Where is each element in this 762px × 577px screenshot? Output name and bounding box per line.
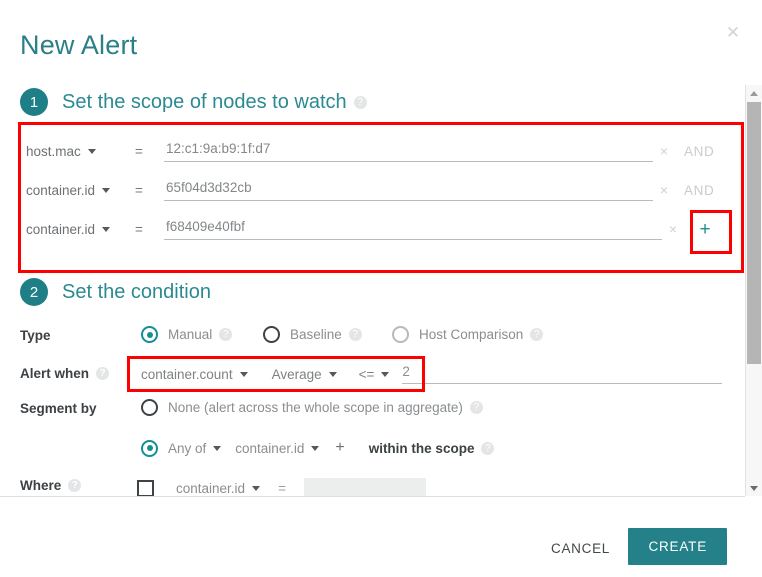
- scope-row: host.mac = × AND: [26, 136, 726, 166]
- step-2-title: Set the condition: [62, 280, 211, 303]
- threshold-input[interactable]: [402, 364, 723, 384]
- segment-scope-help-icon[interactable]: ?: [481, 441, 495, 455]
- segment-field-label: container.id: [235, 440, 305, 456]
- type-option-baseline[interactable]: Baseline ?: [263, 326, 362, 343]
- step-1-help-icon[interactable]: ?: [353, 95, 367, 109]
- add-scope-row-button[interactable]: +: [684, 220, 726, 239]
- scope-field-label-1: container.id: [26, 182, 96, 198]
- segment-scope-text: within the scope: [368, 440, 475, 456]
- step-2-header: 2 Set the condition: [20, 278, 211, 306]
- add-segment-button[interactable]: +: [335, 439, 344, 457]
- type-option-host-comparison[interactable]: Host Comparison ?: [392, 326, 544, 343]
- chevron-down-icon: [102, 226, 111, 232]
- cancel-button[interactable]: CANCEL: [541, 535, 620, 562]
- scope-row: container.id = × +: [26, 214, 726, 244]
- radio-manual[interactable]: [141, 326, 158, 343]
- radio-segment-none[interactable]: [141, 399, 158, 416]
- close-icon[interactable]: ✕: [724, 24, 742, 42]
- scope-conjunction-0: AND: [684, 143, 715, 159]
- type-label: Type: [20, 328, 51, 343]
- scope-field-select-0[interactable]: host.mac: [26, 144, 122, 159]
- step-2-badge: 2: [20, 278, 48, 306]
- triangle-up-icon: [750, 90, 758, 96]
- chevron-down-icon[interactable]: [252, 485, 261, 491]
- scope-value-input-1[interactable]: [164, 179, 653, 201]
- scroll-down-arrow-icon[interactable]: [746, 480, 762, 496]
- segment-option-none[interactable]: None (alert across the whole scope in ag…: [141, 399, 483, 416]
- scope-remove-icon-1[interactable]: ×: [653, 182, 675, 198]
- dialog-scroll-area: New Alert 1 Set the scope of nodes to wa…: [0, 0, 745, 496]
- page-title: New Alert: [20, 30, 138, 60]
- scope-field-label-0: host.mac: [26, 143, 81, 159]
- type-option-baseline-label: Baseline: [290, 327, 342, 342]
- where-field-label: container.id: [176, 480, 246, 496]
- step-1-header: 1 Set the scope of nodes to watch ?: [20, 88, 367, 116]
- scope-field-select-1[interactable]: container.id: [26, 183, 122, 198]
- radio-baseline[interactable]: [263, 326, 280, 343]
- type-manual-help-icon[interactable]: ?: [219, 328, 233, 341]
- comparator-label: <=: [358, 366, 375, 382]
- where-checkbox[interactable]: [137, 479, 154, 496]
- segment-by-label-text: Segment by: [20, 401, 97, 416]
- segment-by-label: Segment by: [20, 401, 97, 416]
- scope-field-select-2[interactable]: container.id: [26, 222, 122, 237]
- chevron-down-icon[interactable]: [311, 445, 320, 451]
- type-option-manual-label: Manual: [168, 327, 213, 342]
- chevron-down-icon: [239, 371, 248, 377]
- segment-option-any-of[interactable]: Any of container.id + within the scope ?: [141, 439, 495, 457]
- segment-none-help-icon[interactable]: ?: [469, 401, 483, 414]
- segment-none-label: None (alert across the whole scope in ag…: [168, 400, 463, 415]
- scope-row: container.id = × AND: [26, 175, 726, 205]
- where-label: Where ?: [20, 478, 82, 493]
- scope-remove-icon-2[interactable]: ×: [662, 221, 684, 237]
- scope-operator-1[interactable]: =: [128, 183, 150, 198]
- comparator-select[interactable]: <=: [359, 367, 390, 382]
- chevron-down-icon: [381, 371, 390, 377]
- segment-any-of-label: Any of: [168, 440, 207, 456]
- scope-value-input-0[interactable]: [164, 140, 653, 162]
- chevron-down-icon: [87, 148, 96, 154]
- alert-when-controls: container.count Average <=: [141, 364, 723, 384]
- chevron-down-icon[interactable]: [213, 445, 222, 451]
- create-button[interactable]: CREATE: [628, 528, 727, 565]
- metric-label: container.count: [141, 366, 233, 382]
- scope-conjunction-1: AND: [684, 182, 715, 198]
- radio-segment-any-of[interactable]: [141, 439, 158, 457]
- scope-value-input-2[interactable]: [164, 218, 662, 240]
- type-label-text: Type: [20, 328, 51, 343]
- radio-host-comparison[interactable]: [392, 326, 409, 343]
- type-host-comparison-help-icon[interactable]: ?: [530, 328, 544, 341]
- alert-when-label-text: Alert when: [20, 366, 90, 381]
- new-alert-dialog: New Alert 1 Set the scope of nodes to wa…: [0, 0, 762, 577]
- scope-operator-0[interactable]: =: [128, 144, 150, 159]
- type-option-manual[interactable]: Manual ?: [141, 326, 233, 343]
- dialog-footer: CANCEL CREATE: [0, 497, 745, 577]
- alert-when-help-icon[interactable]: ?: [96, 367, 110, 380]
- where-label-text: Where: [20, 478, 62, 493]
- type-baseline-help-icon[interactable]: ?: [348, 328, 362, 341]
- step-1-badge: 1: [20, 88, 48, 116]
- vertical-scrollbar[interactable]: [745, 85, 762, 496]
- step-1-title: Set the scope of nodes to watch: [62, 90, 347, 113]
- chevron-down-icon: [102, 187, 111, 193]
- scope-remove-icon-0[interactable]: ×: [653, 143, 675, 159]
- aggregation-select[interactable]: Average: [272, 367, 337, 382]
- scroll-up-arrow-icon[interactable]: [746, 85, 762, 101]
- triangle-down-icon: [750, 485, 758, 491]
- scope-field-label-2: container.id: [26, 221, 96, 237]
- chevron-down-icon: [328, 371, 337, 377]
- aggregation-label: Average: [271, 366, 322, 382]
- where-operator[interactable]: =: [278, 481, 286, 496]
- type-option-host-comparison-label: Host Comparison: [419, 327, 524, 342]
- scope-operator-2[interactable]: =: [128, 222, 150, 237]
- metric-select[interactable]: container.count: [141, 367, 248, 382]
- where-help-icon[interactable]: ?: [68, 479, 82, 492]
- where-value-input[interactable]: [303, 478, 426, 496]
- scrollbar-thumb[interactable]: [747, 102, 761, 364]
- alert-when-label: Alert when ?: [20, 366, 110, 381]
- where-controls: container.id =: [137, 478, 426, 496]
